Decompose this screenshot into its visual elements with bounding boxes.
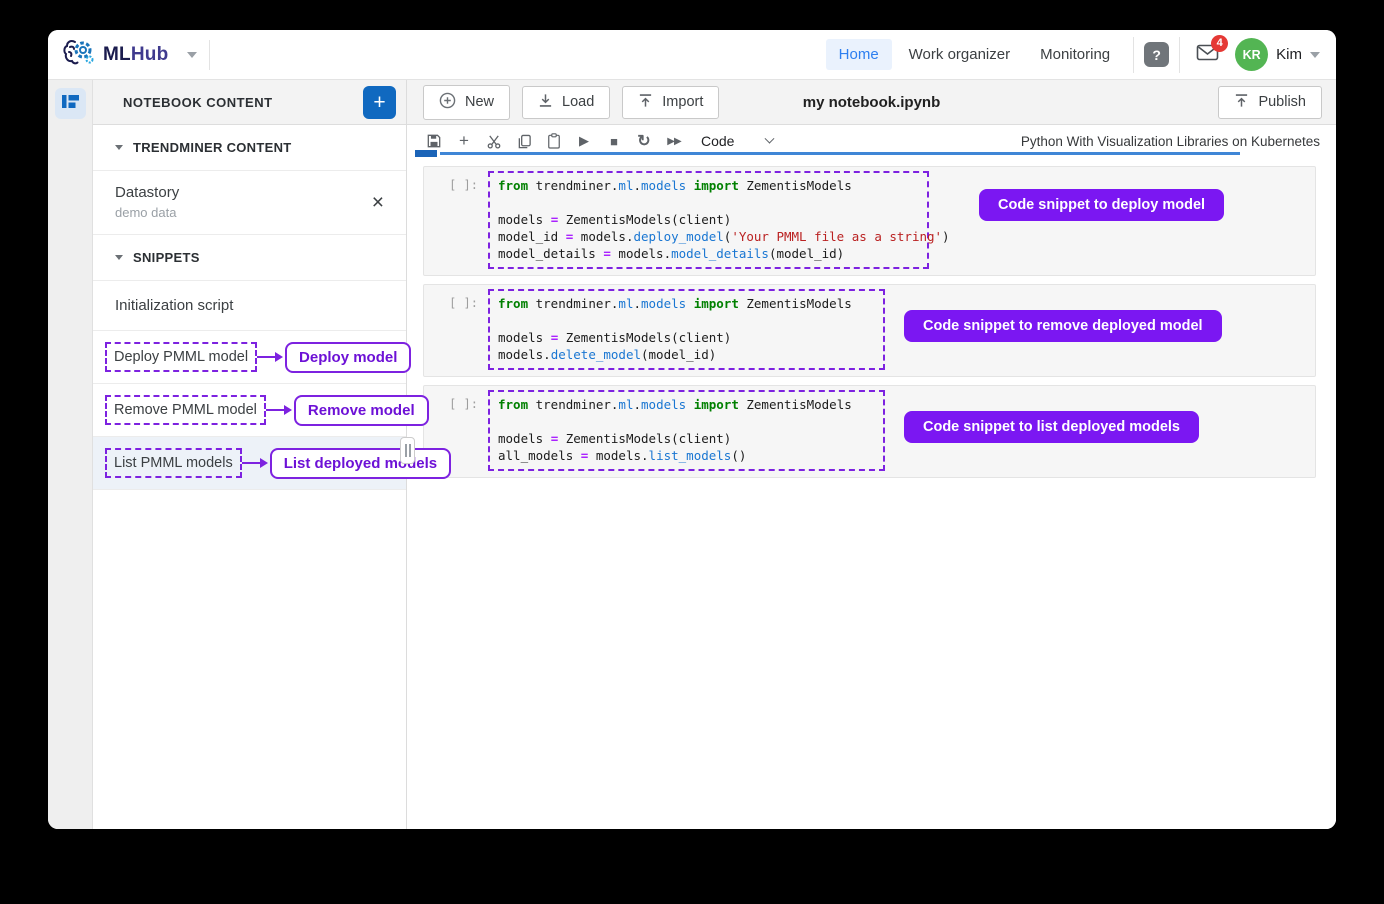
cell-selection-line xyxy=(440,152,1240,155)
app-window: MLHub Home Work organizer Monitoring ? 4… xyxy=(48,30,1336,829)
datastory-item[interactable]: Datastory demo data × xyxy=(93,171,406,235)
user-name: Kim xyxy=(1276,46,1302,63)
section-snippets[interactable]: SNIPPETS xyxy=(93,235,406,281)
mlhub-logo-icon xyxy=(62,38,94,71)
collapse-triangle-icon xyxy=(115,255,123,260)
brand-divider xyxy=(209,40,210,70)
sidebar-header: NOTEBOOK CONTENT + xyxy=(93,80,406,125)
cell-prompt: [ ]: xyxy=(424,171,488,269)
top-navigation: Home Work organizer Monitoring xyxy=(826,39,1124,70)
code-editor[interactable]: from trendminer.ml.models import Zementi… xyxy=(488,289,885,370)
save-icon[interactable] xyxy=(419,134,449,148)
main-panel: New Load xyxy=(407,80,1336,829)
download-icon xyxy=(538,93,553,112)
notifications-button[interactable]: 4 xyxy=(1196,44,1219,66)
publish-button[interactable]: Publish xyxy=(1218,86,1322,119)
code-editor[interactable]: from trendminer.ml.models import Zementi… xyxy=(488,390,885,471)
cut-icon[interactable] xyxy=(479,134,509,149)
code-cell-list[interactable]: [ ]: from trendminer.ml.models import Ze… xyxy=(423,385,1316,478)
avatar: KR xyxy=(1235,38,1268,71)
left-rail xyxy=(48,80,93,829)
snippet-deploy-pmml-model[interactable]: Deploy PMML model xyxy=(105,342,257,372)
sidebar-title: NOTEBOOK CONTENT xyxy=(123,95,363,110)
topbar-divider xyxy=(1133,37,1134,73)
layout-icon xyxy=(62,94,79,114)
code-snippet-deploy-button[interactable]: Code snippet to deploy model xyxy=(979,189,1224,221)
import-notebook-button[interactable]: Import xyxy=(622,86,719,119)
annotation-remove-model: Remove model xyxy=(294,395,429,426)
notebook-cells-area: [ ]: from trendminer.ml.models import Ze… xyxy=(407,157,1336,829)
user-chevron-down-icon xyxy=(1310,52,1320,58)
close-icon[interactable]: × xyxy=(364,192,392,213)
new-notebook-button[interactable]: New xyxy=(423,85,510,120)
section-title: TRENDMINER CONTENT xyxy=(133,140,292,155)
code-snippet-remove-button[interactable]: Code snippet to remove deployed model xyxy=(904,310,1222,342)
nav-tab-work-organizer[interactable]: Work organizer xyxy=(896,39,1023,70)
load-notebook-button[interactable]: Load xyxy=(522,86,610,119)
restart-kernel-icon[interactable]: ↻ xyxy=(629,131,659,151)
brand-name: MLHub xyxy=(103,44,168,66)
copy-icon[interactable] xyxy=(509,134,539,149)
code-snippet-list-button[interactable]: Code snippet to list deployed models xyxy=(904,411,1199,443)
nav-tab-monitoring[interactable]: Monitoring xyxy=(1027,39,1123,70)
code-cell-deploy[interactable]: [ ]: from trendminer.ml.models import Ze… xyxy=(423,166,1316,276)
snippet-row-deploy: Deploy PMML model Deploy model xyxy=(93,331,406,384)
arrow-right-icon xyxy=(242,458,268,468)
code-editor[interactable]: from trendminer.ml.models import Zementi… xyxy=(488,171,929,269)
datastory-title: Datastory xyxy=(115,184,179,201)
notebook-content-sidebar: NOTEBOOK CONTENT + TRENDMINER CONTENT Da… xyxy=(93,80,407,829)
upload-icon xyxy=(638,93,653,112)
desktop-background: { "topbar": { "brand": { "ml": "ML", "hu… xyxy=(0,0,1384,904)
circle-plus-icon xyxy=(439,92,456,113)
help-icon[interactable]: ? xyxy=(1144,42,1169,67)
arrow-right-icon xyxy=(266,405,292,415)
collapse-triangle-icon xyxy=(115,145,123,150)
cell-type-dropdown[interactable]: Code xyxy=(701,133,773,149)
run-cell-icon[interactable]: ▶ xyxy=(569,133,599,149)
section-trendminer-content[interactable]: TRENDMINER CONTENT xyxy=(93,125,406,171)
notebook-name: my notebook.ipynb xyxy=(803,94,941,111)
brand[interactable]: MLHub xyxy=(48,38,209,71)
sidebar-resize-handle[interactable] xyxy=(400,437,415,464)
cell-scroll-indicator xyxy=(415,150,437,157)
top-bar: MLHub Home Work organizer Monitoring ? 4… xyxy=(48,30,1336,80)
arrow-right-icon xyxy=(257,352,283,362)
main-header: New Load xyxy=(407,80,1336,125)
code-cell-remove[interactable]: [ ]: from trendminer.ml.models import Ze… xyxy=(423,284,1316,377)
cell-prompt: [ ]: xyxy=(424,289,488,370)
chevron-down-icon xyxy=(765,133,775,143)
snippet-remove-pmml-model[interactable]: Remove PMML model xyxy=(105,395,266,425)
notification-badge: 4 xyxy=(1211,35,1228,52)
user-menu[interactable]: KR Kim xyxy=(1235,38,1336,71)
publish-icon xyxy=(1234,93,1249,112)
add-content-button[interactable]: + xyxy=(363,86,396,119)
datastory-subtitle: demo data xyxy=(115,205,179,220)
snippet-row-remove: Remove PMML model Remove model xyxy=(93,384,406,437)
run-all-icon[interactable]: ▶▶ xyxy=(659,136,689,147)
stop-icon[interactable]: ■ xyxy=(599,134,629,149)
snippet-row-list: List PMML models List deployed models xyxy=(93,437,406,490)
brand-chevron-down-icon[interactable] xyxy=(187,52,197,58)
annotation-deploy-model: Deploy model xyxy=(285,342,411,373)
section-title: SNIPPETS xyxy=(133,250,200,265)
panel-layout-button[interactable] xyxy=(55,88,86,119)
paste-icon[interactable] xyxy=(539,133,569,149)
snippet-initialization-script[interactable]: Initialization script xyxy=(93,281,406,331)
add-cell-icon[interactable]: + xyxy=(449,131,479,151)
kernel-name: Python With Visualization Libraries on K… xyxy=(1021,134,1336,149)
snippet-list-pmml-models[interactable]: List PMML models xyxy=(105,448,242,478)
content-area: NOTEBOOK CONTENT + TRENDMINER CONTENT Da… xyxy=(48,80,1336,829)
topbar-divider-2 xyxy=(1179,37,1180,73)
nav-tab-home[interactable]: Home xyxy=(826,39,892,70)
annotation-list-deployed-models: List deployed models xyxy=(270,448,451,479)
